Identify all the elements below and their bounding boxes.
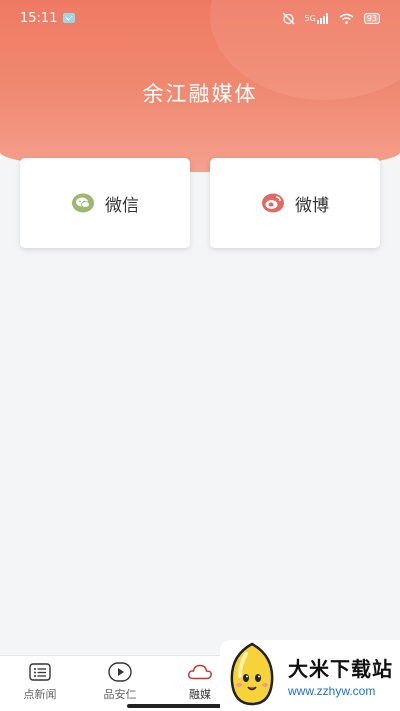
wechat-icon [71,192,95,214]
weibo-icon [261,192,285,214]
wifi-icon [339,13,354,24]
nav-item-anren[interactable]: 品安仁 [80,656,160,711]
nav-label-news: 点新闻 [23,688,57,701]
nav-label-media: 融媒 [189,688,211,701]
battery-level: 93 [366,13,377,23]
app-check-icon [63,13,76,23]
signal-label: 5G [304,13,316,23]
alarm-off-icon [282,12,295,25]
rice-mascot-icon [224,642,280,710]
status-time: 15:11 [20,10,58,26]
nav-item-news[interactable]: 点新闻 [0,656,80,711]
watermark-text: 大米下载站 www.zzhyw.com [288,653,393,698]
weibo-label: 微博 [295,195,329,216]
cloud-icon [187,660,213,684]
battery-icon: 93 [363,12,380,24]
nav-label-anren: 品安仁 [103,688,137,701]
play-icon [107,660,133,684]
wechat-card[interactable]: 微信 [20,158,190,248]
status-left: 15:11 [20,10,76,26]
watermark: 大米下载站 www.zzhyw.com [220,640,400,711]
page-title: 余江融媒体 [142,82,258,106]
weibo-card[interactable]: 微博 [210,158,380,248]
signal-icon: 5G [304,12,329,24]
watermark-url: www.zzhyw.com [288,684,376,698]
status-bar: 15:11 5G 93 [0,0,400,36]
list-icon [27,660,53,684]
watermark-title: 大米下载站 [288,657,393,681]
wechat-label: 微信 [105,195,139,216]
status-right: 5G 93 [282,12,380,25]
